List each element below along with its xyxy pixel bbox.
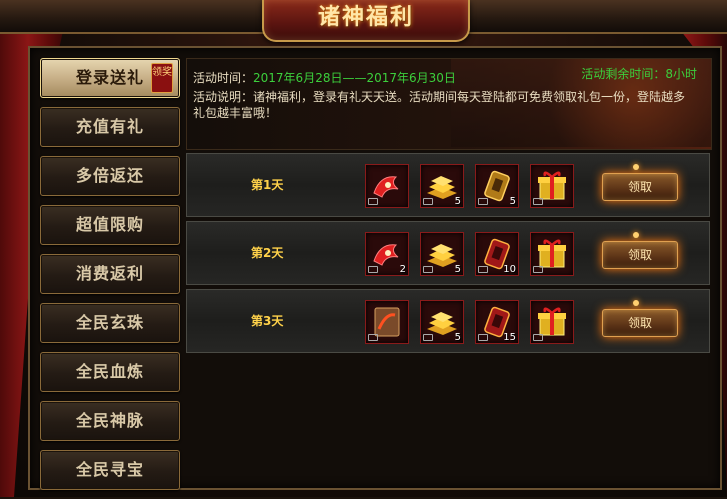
item-count: 5: [509, 196, 516, 207]
title-plate: 诸神福利: [262, 0, 470, 42]
panel-title: 诸神福利: [317, 5, 414, 30]
sparkle-effect: [633, 164, 639, 170]
sidebar-item-label: 全民神脉: [75, 411, 144, 430]
sidebar-item-divine-vein[interactable]: 全民神脉: [40, 401, 180, 441]
bound-marker: [478, 198, 488, 205]
bound-marker: [423, 266, 433, 273]
bound-marker: [533, 334, 543, 341]
activity-time: 活动时间：2017年6月28日——2017年6月30日: [193, 69, 456, 86]
reward-row-day2: 第2天 2 5 10 领取: [186, 221, 710, 285]
sidebar-item-label: 充值有礼: [75, 117, 144, 136]
sidebar-item-label: 登录送礼: [75, 68, 144, 87]
sidebar-item-limited-purchase[interactable]: 超值限购: [40, 205, 180, 245]
gift-box-icon[interactable]: [530, 164, 574, 208]
red-amulet-icon[interactable]: 10: [475, 232, 519, 276]
red-amulet-icon[interactable]: 15: [475, 300, 519, 344]
gold-bars-icon[interactable]: 5: [420, 164, 464, 208]
bound-marker: [368, 198, 378, 205]
bound-marker: [423, 198, 433, 205]
sidebar-item-label: 全民玄珠: [75, 313, 144, 332]
activity-time-value: 2017年6月28日——2017年6月30日: [253, 71, 456, 85]
sidebar-item-label: 全民血炼: [75, 362, 144, 381]
item-count: 5: [454, 264, 461, 275]
item-count: 5: [454, 332, 461, 343]
activity-banner: 活动时间：2017年6月28日——2017年6月30日 活动剩余时间：8小时 活…: [186, 58, 712, 150]
red-claw-icon[interactable]: [365, 164, 409, 208]
day-label: 第1天: [251, 178, 284, 192]
day-label: 第2天: [251, 246, 284, 260]
bound-marker: [478, 334, 488, 341]
scroll-icon[interactable]: [365, 300, 409, 344]
gold-amulet-icon[interactable]: 5: [475, 164, 519, 208]
claim-button[interactable]: 领取: [602, 309, 678, 337]
sidebar-nav: 登录送礼 领奖 充值有礼 多倍返还 超值限购 消费返利 全民玄珠 全民血炼 全民…: [40, 58, 182, 499]
sidebar-item-mystic-pearl[interactable]: 全民玄珠: [40, 303, 180, 343]
day-label: 第3天: [251, 314, 284, 328]
sidebar-item-label: 全民寻宝: [75, 460, 144, 479]
reward-list: 第1天 5 5 领取 第2天 2 5 10 领取 第3天 5 15 领取: [186, 153, 710, 357]
gift-box-icon[interactable]: [530, 232, 574, 276]
bound-marker: [423, 334, 433, 341]
sidebar-item-blood-refine[interactable]: 全民血炼: [40, 352, 180, 392]
sidebar-item-label: 超值限购: [75, 215, 144, 234]
bound-marker: [533, 266, 543, 273]
sidebar-item-login-gift[interactable]: 登录送礼 领奖: [40, 58, 180, 98]
claim-button[interactable]: 领取: [602, 173, 678, 201]
bound-marker: [368, 334, 378, 341]
bound-marker: [478, 266, 488, 273]
gift-box-icon[interactable]: [530, 300, 574, 344]
bound-marker: [368, 266, 378, 273]
reward-badge: 领奖: [151, 63, 173, 93]
sidebar-item-recharge-gift[interactable]: 充值有礼: [40, 107, 180, 147]
sidebar-item-treasure-hunt[interactable]: 全民寻宝: [40, 450, 180, 490]
bound-marker: [533, 198, 543, 205]
gold-bars-icon[interactable]: 5: [420, 300, 464, 344]
activity-time-label: 活动时间：: [193, 71, 254, 85]
reward-row-day1: 第1天 5 5 领取: [186, 153, 710, 217]
sidebar-item-label: 消费返利: [75, 264, 144, 283]
remaining-time: 活动剩余时间：8小时: [581, 67, 697, 81]
activity-description: 活动说明：诸神福利，登录有礼天天送。活动期间每天登陆都可免费领取礼包一份，登陆越…: [193, 90, 686, 120]
claim-button[interactable]: 领取: [602, 241, 678, 269]
item-count: 10: [503, 264, 516, 275]
item-count: 5: [454, 196, 461, 207]
sidebar-item-spend-rebate[interactable]: 消费返利: [40, 254, 180, 294]
sparkle-effect: [633, 232, 639, 238]
item-count: 2: [399, 264, 406, 275]
gold-bars-icon[interactable]: 5: [420, 232, 464, 276]
item-count: 15: [503, 332, 516, 343]
red-claw-icon[interactable]: 2: [365, 232, 409, 276]
sparkle-effect: [633, 300, 639, 306]
sidebar-item-label: 多倍返还: [75, 166, 144, 185]
sidebar-item-multi-return[interactable]: 多倍返还: [40, 156, 180, 196]
reward-row-day3: 第3天 5 15 领取: [186, 289, 710, 353]
